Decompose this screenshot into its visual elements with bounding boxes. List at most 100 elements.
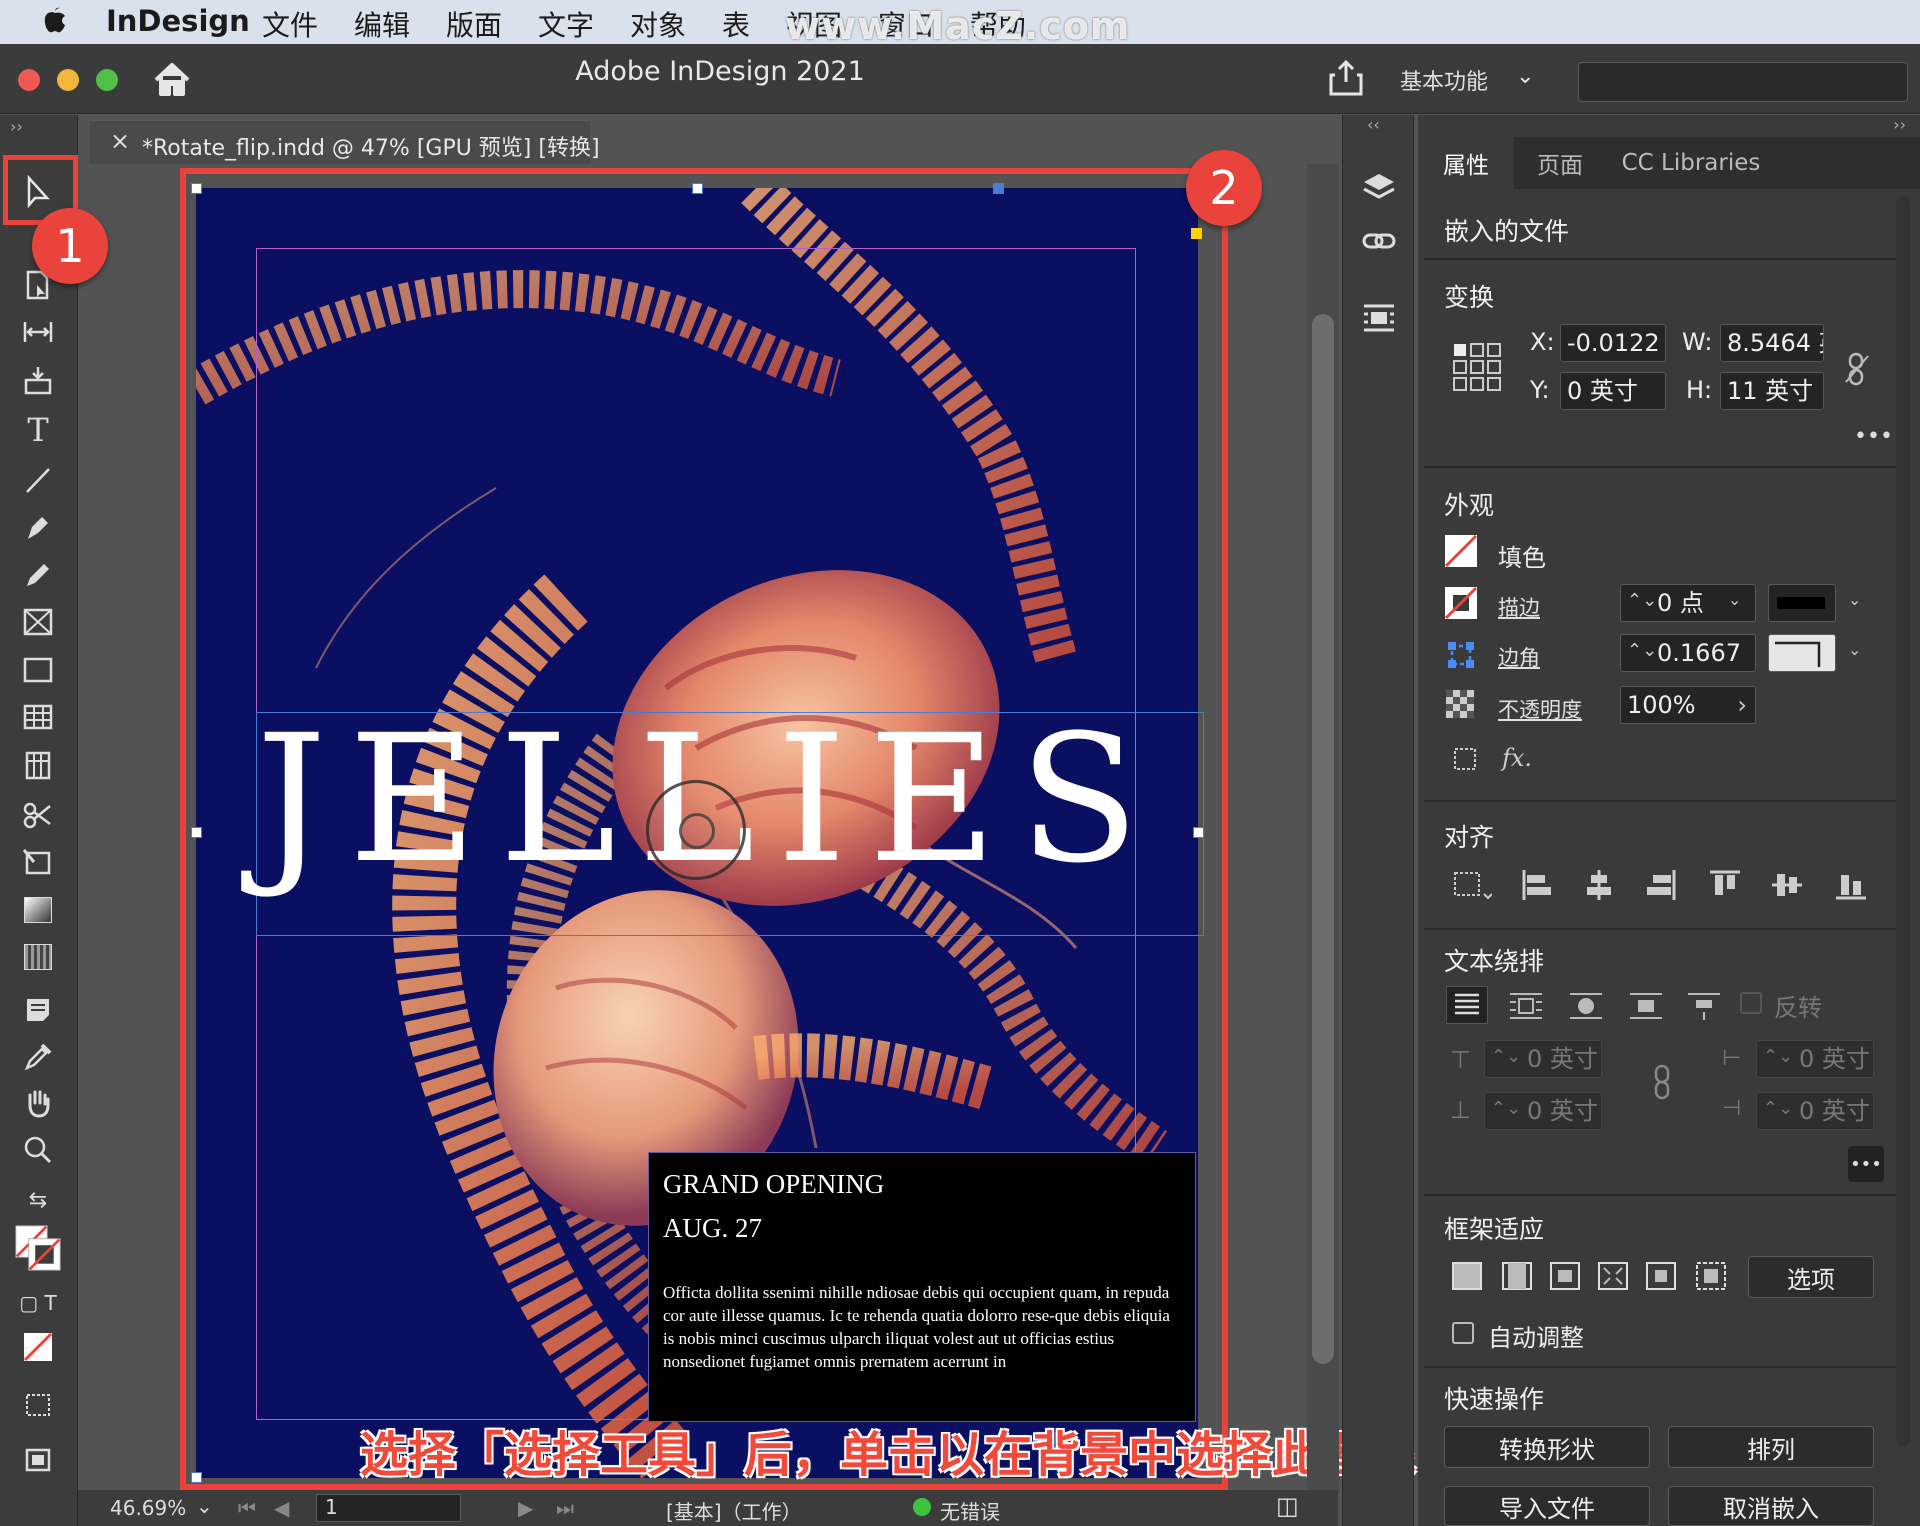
pencil-tool[interactable] xyxy=(14,555,62,595)
zoom-level[interactable]: 46.69% xyxy=(110,1496,186,1520)
close-icon[interactable]: × xyxy=(110,127,130,155)
menu-edit[interactable]: 编辑 xyxy=(354,4,410,44)
table-tool[interactable] xyxy=(14,697,62,737)
content-collector-tool[interactable] xyxy=(14,360,62,400)
stepper-icon[interactable]: ⌃⌄ xyxy=(1627,635,1657,669)
jump-object-icon[interactable] xyxy=(1628,990,1664,1022)
rectangle-frame-tool[interactable] xyxy=(14,602,62,642)
menu-object[interactable]: 对象 xyxy=(630,4,686,44)
fit-content-proportionally-icon[interactable] xyxy=(1500,1260,1534,1292)
expand-icon[interactable]: ‹‹ xyxy=(1367,115,1380,134)
auto-fit-checkbox[interactable] xyxy=(1452,1322,1474,1344)
stepper-icon[interactable]: ⌃⌄ xyxy=(1627,585,1657,619)
corner-link[interactable]: 边角 xyxy=(1498,642,1540,672)
view-mode[interactable] xyxy=(14,1440,62,1480)
stepper-icon[interactable]: ⌃⌄ xyxy=(1491,1041,1521,1075)
stepper-icon[interactable]: ⌃⌄ xyxy=(1763,1093,1793,1127)
line-tool[interactable] xyxy=(14,460,62,500)
gap-tool[interactable] xyxy=(14,312,62,352)
type-tool[interactable]: T xyxy=(14,410,62,450)
top-offset-field[interactable]: ⌃⌄ 0 英寸 xyxy=(1484,1040,1602,1078)
stroke-swatch-icon[interactable] xyxy=(1444,586,1478,620)
workspace-switcher[interactable]: 基本功能 xyxy=(1400,64,1488,96)
stroke-link[interactable]: 描边 xyxy=(1498,592,1540,622)
wrap-object-shape-icon[interactable] xyxy=(1568,990,1604,1022)
apple-icon[interactable] xyxy=(38,4,72,38)
chevron-down-icon[interactable]: ⌄ xyxy=(196,1494,213,1518)
wrap-bounding-box-icon[interactable] xyxy=(1508,990,1544,1022)
left-offset-field[interactable]: ⌃⌄ 0 英寸 xyxy=(1756,1040,1874,1078)
stroke-style-select[interactable] xyxy=(1768,584,1836,622)
vertical-scrollbar[interactable] xyxy=(1307,164,1339,1494)
import-file-button[interactable]: 导入文件 xyxy=(1444,1486,1650,1526)
gradient-swatch-tool[interactable] xyxy=(14,890,62,930)
zoom-tool[interactable] xyxy=(14,1130,62,1170)
effects-icon[interactable]: fx. xyxy=(1502,744,1532,772)
link-offsets-icon[interactable] xyxy=(1650,1062,1676,1102)
links-icon[interactable] xyxy=(1361,223,1397,259)
corner-radius-field[interactable]: ⌃⌄ 0.1667 xyxy=(1620,634,1756,672)
grid-tool[interactable] xyxy=(14,745,62,785)
screen-mode[interactable] xyxy=(14,1385,62,1425)
stepper-icon[interactable]: ⌃⌄ xyxy=(1763,1041,1793,1075)
note-tool[interactable] xyxy=(14,990,62,1030)
document-tab[interactable]: × *Rotate_flip.indd @ 47% [GPU 预览] [转换] xyxy=(90,120,600,164)
prev-page-icon[interactable]: ◀ xyxy=(274,1496,289,1520)
corner-shape-select[interactable] xyxy=(1768,634,1836,672)
frame-options-icon[interactable] xyxy=(1452,746,1480,774)
text-wrap-panel-icon[interactable] xyxy=(1361,300,1397,336)
chevron-right-icon[interactable]: › xyxy=(1737,687,1747,723)
h-field[interactable]: 11 英寸 xyxy=(1720,372,1824,410)
stepper-icon[interactable]: ⌃⌄ xyxy=(1491,1093,1521,1127)
reference-point-icon[interactable] xyxy=(1452,342,1502,392)
share-icon[interactable] xyxy=(1327,58,1365,98)
eyedropper-tool[interactable] xyxy=(14,1037,62,1077)
center-content-icon[interactable] xyxy=(1644,1260,1678,1292)
align-horizontal-center-icon[interactable] xyxy=(1582,868,1616,902)
fit-frame-to-content-icon[interactable] xyxy=(1548,1260,1582,1292)
last-page-icon[interactable]: ⏭ xyxy=(556,1496,574,1520)
apply-none[interactable] xyxy=(14,1327,62,1367)
pen-tool[interactable] xyxy=(14,507,62,547)
align-to-selection-icon[interactable] xyxy=(1452,870,1492,902)
gradient-feather-tool[interactable] xyxy=(14,937,62,977)
menu-table[interactable]: 表 xyxy=(722,4,750,44)
x-field[interactable]: -0.0122 xyxy=(1560,324,1666,362)
scrollbar-thumb[interactable] xyxy=(1312,314,1334,1364)
free-transform-tool[interactable] xyxy=(14,843,62,883)
jump-to-next-column-icon[interactable] xyxy=(1686,990,1722,1022)
chevron-down-icon[interactable]: ⌄ xyxy=(1516,64,1534,89)
split-view-icon[interactable]: ◫ xyxy=(1276,1492,1299,1520)
scissors-tool[interactable] xyxy=(14,795,62,835)
align-vertical-center-icon[interactable] xyxy=(1770,868,1804,902)
y-field[interactable]: 0 英寸 xyxy=(1560,372,1666,410)
fill-stroke-swatches[interactable] xyxy=(14,1220,62,1276)
frame-fitting-options-button[interactable]: 选项 xyxy=(1748,1256,1874,1298)
fill-frame-proportionally-icon[interactable] xyxy=(1450,1260,1484,1292)
menu-type[interactable]: 文字 xyxy=(538,4,594,44)
next-page-icon[interactable]: ▶ xyxy=(518,1496,533,1520)
right-offset-field[interactable]: ⌃⌄ 0 英寸 xyxy=(1756,1092,1874,1130)
style-status[interactable]: [基本]（工作） xyxy=(666,1496,802,1525)
chevron-down-icon[interactable]: ⌄ xyxy=(1728,590,1741,609)
chevron-down-icon[interactable]: ⌄ xyxy=(1848,640,1861,659)
page-number-field[interactable]: 1 xyxy=(316,1494,461,1522)
collapse-panel-icon[interactable]: ›› xyxy=(1893,115,1906,134)
align-bottom-icon[interactable] xyxy=(1834,868,1868,902)
chevron-down-icon[interactable]: ⌄ xyxy=(1848,590,1861,609)
first-page-icon[interactable]: ⏮ xyxy=(238,1496,256,1520)
more-options-icon[interactable]: ••• xyxy=(1848,1146,1884,1182)
w-field[interactable]: 8.5464 英 xyxy=(1720,324,1824,362)
layers-icon[interactable] xyxy=(1361,170,1397,206)
align-top-icon[interactable] xyxy=(1708,868,1742,902)
hand-tool[interactable] xyxy=(14,1083,62,1123)
fit-content-to-frame-icon[interactable] xyxy=(1596,1260,1630,1292)
opacity-link[interactable]: 不透明度 xyxy=(1498,694,1582,724)
tab-pages[interactable]: 页面 xyxy=(1514,137,1606,189)
bottom-offset-field[interactable]: ⌃⌄ 0 英寸 xyxy=(1484,1092,1602,1130)
rectangle-tool[interactable] xyxy=(14,650,62,690)
collapse-icon[interactable]: ›› xyxy=(10,117,23,136)
preflight-status[interactable]: 无错误 xyxy=(940,1496,1000,1525)
tab-cc-libraries[interactable]: CC Libraries xyxy=(1606,137,1776,189)
menu-layout[interactable]: 版面 xyxy=(446,4,502,44)
